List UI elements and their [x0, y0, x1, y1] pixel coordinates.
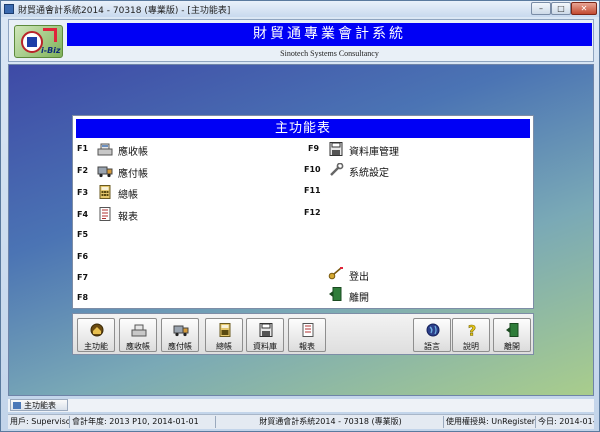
payable-button-label: 應付帳: [168, 342, 192, 351]
taskbar-item-main-menu[interactable]: 主功能表: [10, 399, 68, 411]
status-bar: 用戶: Supervisor 會計年度: 2013 P10, 2014-01-0…: [8, 414, 594, 429]
minimize-button[interactable]: –: [531, 2, 551, 15]
delivery-truck-icon[interactable]: [97, 164, 113, 178]
window-icon: [13, 402, 21, 409]
app-icon: [4, 4, 14, 14]
menu-item-payable[interactable]: 應付帳: [118, 165, 148, 180]
floppy-disk-icon[interactable]: [328, 142, 344, 156]
cash-register-icon[interactable]: [97, 142, 113, 156]
report-icon[interactable]: [97, 207, 113, 221]
status-license: 使用權授與: UnRegistered: [446, 416, 536, 428]
main-menu-title: 主功能表: [76, 119, 530, 138]
app-banner-subtitle: Sinotech Systems Consultancy: [280, 49, 379, 58]
calculator-icon: [219, 323, 231, 337]
language-button[interactable]: 語言: [413, 318, 451, 352]
taskbar-item-label: 主功能表: [24, 401, 56, 410]
logo-mark-icon: [21, 31, 43, 53]
close-button[interactable]: ✕: [571, 2, 597, 15]
globe-icon: [426, 323, 440, 337]
ledger-button-label: 總帳: [216, 342, 232, 351]
key-icon[interactable]: [328, 266, 344, 280]
menu-item-settings[interactable]: 系統設定: [349, 164, 389, 179]
window-title: 財貿通會計系統2014 - 70318 (專業版) - [主功能表]: [18, 6, 231, 16]
desktop-area: 主功能表 F1 應收帳 F2 應付帳 F3 總帳 F4 報表 F5 F6 F7 …: [8, 64, 594, 396]
main-menu-panel: 主功能表 F1 應收帳 F2 應付帳 F3 總帳 F4 報表 F5 F6 F7 …: [72, 115, 534, 309]
calculator-icon[interactable]: [97, 185, 113, 199]
app-window: 財貿通會計系統2014 - 70318 (專業版) - [主功能表] – □ ✕…: [0, 0, 600, 432]
help-button-label: 說明: [463, 342, 479, 351]
fkey-f7: F7: [77, 273, 89, 282]
language-button-label: 語言: [424, 342, 440, 351]
question-mark-icon: ?: [468, 323, 477, 338]
cash-register-icon: [131, 324, 147, 337]
maximize-button[interactable]: □: [551, 2, 571, 15]
bottom-toolbar: 主功能 應收帳 應付帳 總帳 資料庫 報表 語言 ? 說明 離開: [72, 313, 534, 355]
menu-item-report[interactable]: 報表: [118, 208, 138, 223]
app-banner-title: 財貿通專業會計系統: [67, 23, 592, 46]
fkey-f9: F9: [308, 144, 320, 153]
main-menu-button-label: 主功能: [84, 342, 108, 351]
floppy-disk-icon: [259, 323, 273, 337]
menu-item-ledger[interactable]: 總帳: [118, 186, 138, 201]
payable-button[interactable]: 應付帳: [161, 318, 199, 352]
home-icon: [90, 323, 104, 337]
app-header: i-Biz 財貿通專業會計系統 Sinotech Systems Consult…: [8, 19, 594, 62]
fkey-f10: F10: [304, 165, 321, 174]
receivable-button-label: 應收帳: [126, 342, 150, 351]
help-button[interactable]: ? 說明: [452, 318, 490, 352]
database-button-label: 資料庫: [253, 342, 277, 351]
fkey-f4: F4: [77, 210, 89, 219]
fkey-f2: F2: [77, 166, 89, 175]
database-button[interactable]: 資料庫: [246, 318, 284, 352]
fkey-f12: F12: [304, 208, 321, 217]
report-button[interactable]: 報表: [288, 318, 326, 352]
status-user: 用戶: Supervisor: [10, 416, 70, 428]
wrench-icon[interactable]: [328, 163, 344, 177]
ledger-button[interactable]: 總帳: [205, 318, 243, 352]
status-period: 會計年度: 2013 P10, 2014-01-01: [70, 416, 216, 428]
fkey-f3: F3: [77, 188, 89, 197]
window-taskbar: 主功能表: [8, 399, 594, 412]
ibiz-logo: i-Biz: [14, 25, 63, 58]
fkey-f11: F11: [304, 186, 321, 195]
status-product: 財貿通會計系統2014 - 70318 (專業版): [216, 416, 444, 428]
svg-text:?: ?: [468, 324, 476, 338]
main-menu-button[interactable]: 主功能: [77, 318, 115, 352]
report-icon: [302, 323, 314, 337]
menu-item-receivable[interactable]: 應收帳: [118, 143, 148, 158]
menu-item-exit[interactable]: 離開: [349, 289, 369, 304]
exit-door-icon: [506, 323, 519, 337]
menu-item-database[interactable]: 資料庫管理: [349, 143, 399, 158]
report-button-label: 報表: [299, 342, 315, 351]
exit-button[interactable]: 離開: [493, 318, 531, 352]
exit-door-icon[interactable]: [328, 287, 344, 301]
fkey-f5: F5: [77, 230, 89, 239]
fkey-f8: F8: [77, 293, 89, 302]
status-today: 今日: 2014-01-01: [538, 417, 594, 426]
fkey-f1: F1: [77, 144, 89, 153]
delivery-truck-icon: [173, 325, 189, 337]
exit-button-label: 離開: [504, 342, 520, 351]
logo-text: i-Biz: [41, 46, 61, 55]
menu-item-logout[interactable]: 登出: [349, 268, 369, 283]
title-bar[interactable]: 財貿通會計系統2014 - 70318 (專業版) - [主功能表] – □ ✕: [1, 1, 599, 17]
receivable-button[interactable]: 應收帳: [119, 318, 157, 352]
fkey-f6: F6: [77, 252, 89, 261]
logo-arrow-icon: [43, 28, 57, 42]
